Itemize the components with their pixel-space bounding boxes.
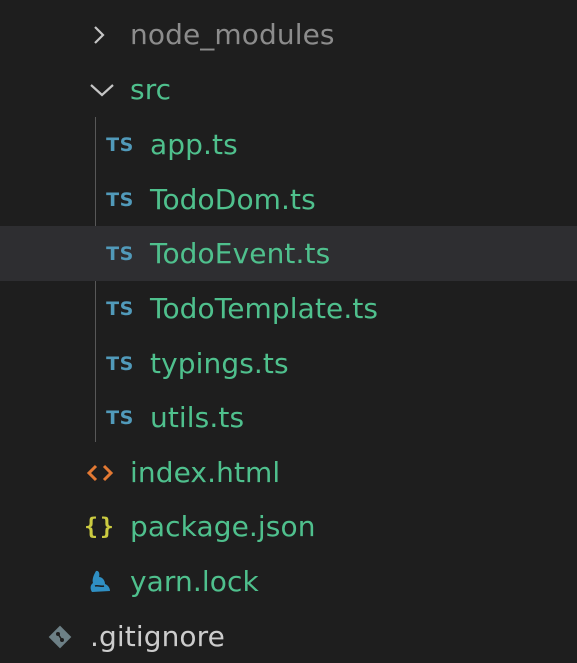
- tree-item-label: .gitignore: [90, 620, 225, 653]
- tree-item-index-html[interactable]: index.html: [0, 445, 577, 500]
- typescript-icon: TS: [106, 188, 134, 211]
- tree-item-label: index.html: [130, 456, 281, 489]
- tree-item-label: yarn.lock: [130, 565, 259, 598]
- tree-item-gitignore[interactable]: .gitignore: [0, 609, 577, 663]
- tree-item-label: TodoTemplate.ts: [150, 292, 379, 325]
- tree-item-node-modules[interactable]: node_modules: [0, 7, 577, 62]
- file-explorer: node_modules src TS app.ts TS TodoDom.ts…: [0, 0, 577, 663]
- tree-item-todoevent-ts[interactable]: TS TodoEvent.ts: [0, 226, 577, 281]
- typescript-icon: TS: [106, 242, 134, 265]
- typescript-icon: TS: [106, 406, 134, 429]
- typescript-icon: TS: [106, 297, 134, 320]
- typescript-icon: TS: [106, 352, 134, 375]
- chevron-right-icon[interactable]: [88, 7, 110, 62]
- tree-item-label: TodoEvent.ts: [150, 237, 331, 270]
- chevron-down-icon[interactable]: [88, 62, 116, 117]
- tree-item-label: package.json: [130, 510, 316, 543]
- yarn-icon: [84, 554, 116, 609]
- tree-item-app-ts[interactable]: TS app.ts: [0, 117, 577, 172]
- tree-item-label: utils.ts: [150, 401, 245, 434]
- tree-item-tododom-ts[interactable]: TS TodoDom.ts: [0, 172, 577, 227]
- tree-item-label: app.ts: [150, 128, 238, 161]
- tree-item-label: TodoDom.ts: [150, 183, 316, 216]
- tree-item-typings-ts[interactable]: TS typings.ts: [0, 336, 577, 391]
- tree-item-package-json[interactable]: {} package.json: [0, 499, 577, 554]
- tree-item-label: src: [130, 73, 172, 106]
- typescript-icon: TS: [106, 133, 134, 156]
- html-icon: [84, 445, 116, 500]
- tree-item-label: node_modules: [130, 18, 335, 51]
- git-icon: [45, 609, 75, 663]
- tree-item-yarn-lock[interactable]: yarn.lock: [0, 554, 577, 609]
- json-icon: {}: [84, 513, 116, 540]
- tree-item-src[interactable]: src: [0, 62, 577, 117]
- tree-item-label: typings.ts: [150, 347, 289, 380]
- tree-item-todotemplate-ts[interactable]: TS TodoTemplate.ts: [0, 281, 577, 336]
- tree-item-utils-ts[interactable]: TS utils.ts: [0, 390, 577, 445]
